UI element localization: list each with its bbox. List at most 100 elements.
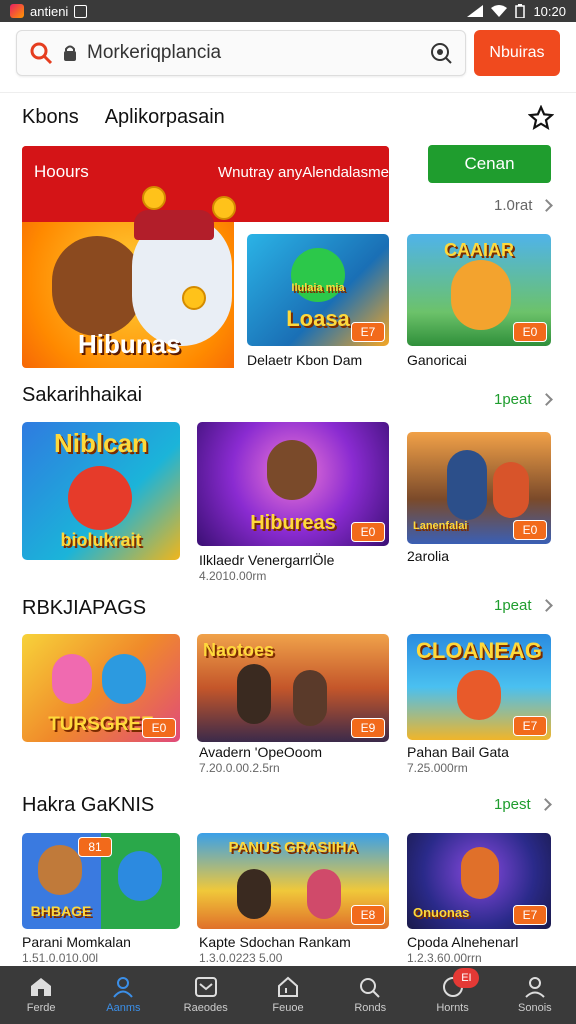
cta-button[interactable]: Cenan (428, 145, 551, 183)
card-caption: 2arolia (407, 548, 450, 564)
search-icon (360, 978, 380, 998)
section-title: RBKJIAPAGS (22, 597, 147, 619)
home-outline-icon (277, 976, 298, 997)
card-caption: Pahan Bail Gata (407, 744, 509, 760)
nav-label: Ronds (354, 1002, 387, 1014)
card-caption: Delaetr Kbon Dam (247, 352, 363, 368)
search-input[interactable]: Morkeriqplancia (87, 42, 419, 64)
character-art (293, 670, 327, 726)
section3-card-3[interactable]: Onuonas E7 (407, 833, 551, 929)
price-badge: E7 (351, 322, 385, 342)
section2-card-1[interactable]: TURSGREE E0 (22, 634, 180, 742)
chevron-right-icon (539, 599, 553, 612)
section-more-link[interactable]: 1peat (494, 391, 553, 408)
hero-title: Hibunas (78, 329, 181, 359)
search-field[interactable]: Morkeriqplancia (16, 30, 466, 76)
tabs-row: Kbons Aplikorpasain (0, 92, 576, 142)
section1-card-2[interactable]: Hibureas E0 (197, 422, 389, 546)
star-icon[interactable] (528, 104, 554, 131)
featured-card-2[interactable]: CAAIAR E0 (407, 234, 551, 346)
status-time: 10:20 (533, 3, 566, 19)
nav-label: Raeodes (183, 1002, 228, 1014)
price-badge: E0 (513, 322, 547, 342)
nav-label: Feuoe (272, 1002, 304, 1014)
notification-icon (74, 4, 88, 18)
card-caption: Kapte Sdochan Rankam (199, 934, 351, 950)
featured-more-label: 1.0rat (494, 197, 533, 214)
character-art (307, 869, 341, 919)
search-button[interactable]: Nbuiras (474, 30, 560, 76)
section1-card-1[interactable]: Niblcan biolukrait (22, 422, 180, 560)
card-subcaption: 1.2.3.60.00rrn (407, 951, 482, 965)
price-badge: E9 (351, 718, 385, 738)
price-badge: 81 (78, 837, 112, 857)
card-subcaption: 1.3.0.0223 5.00 (199, 951, 283, 965)
card-caption: Ganoricai (407, 352, 467, 368)
card-art-title: Naotoes (203, 640, 275, 660)
coin-icon (142, 186, 166, 210)
camera-search-icon[interactable] (429, 41, 453, 65)
card-art-title: BHBAGE (30, 903, 92, 919)
chevron-right-icon (538, 798, 552, 811)
nav-item-home[interactable]: Ferde (0, 966, 82, 1024)
hero-hat (134, 210, 214, 240)
section2-card-3[interactable]: CLOANEAG E7 (407, 634, 551, 740)
card-art-title: CLOANEAG (416, 638, 542, 663)
section3-card-2[interactable]: PANUS GRASIIHA E8 (197, 833, 389, 929)
chevron-right-icon (539, 393, 553, 406)
price-badge: E0 (351, 522, 385, 542)
bottom-nav: Ferde Aanms Raeodes Feuoe Ronds Hornts E… (0, 966, 576, 1024)
section-title: Hakra GaKNIS (22, 794, 155, 816)
nav-label: Hornts (436, 1002, 469, 1014)
character-art (102, 654, 146, 704)
card-art-title: CAAIAR (444, 240, 514, 260)
section2-card-2[interactable]: Naotoes E9 (197, 634, 389, 742)
profile-icon (525, 977, 545, 998)
hero-tagline: Wnutray anyAlendalasmes (218, 164, 389, 181)
card-subcaption: 1.51.0.010.00l (22, 951, 99, 965)
battery-icon (515, 4, 526, 18)
home-icon (31, 978, 52, 996)
featured-card-1[interactable]: Ilulaia mia Loasa E7 (247, 234, 389, 346)
search-icon (30, 42, 53, 65)
nav-item-profile[interactable]: Sonois (494, 966, 576, 1024)
card-art-title: Niblcan (54, 428, 148, 458)
section-more-link[interactable]: 1peat (494, 597, 553, 614)
coin-icon (182, 286, 206, 310)
person-icon (113, 977, 134, 998)
section-more-label: 1peat (494, 597, 532, 614)
character-art (461, 847, 499, 899)
nav-label: Ferde (26, 1002, 56, 1014)
card-subcaption: 4.2010.00rm (199, 569, 267, 583)
nav-item-feed[interactable]: Feuoe (247, 966, 329, 1024)
section-more-link[interactable]: 1pest (494, 796, 552, 813)
character-art (52, 654, 92, 704)
card-art-subtitle: Ilulaia mia (291, 282, 345, 294)
character-art (237, 869, 271, 919)
section1-card-3[interactable]: Lanenfalai E0 (407, 432, 551, 544)
nav-item-inbox[interactable]: Raeodes (165, 966, 247, 1024)
notification-badge: EI (453, 968, 480, 988)
card-subcaption: 7.25.000rm (407, 761, 468, 775)
card-caption: Ilklaedr VenergarrlÖle (199, 552, 335, 568)
section-title: Sakarihhaikai (22, 384, 143, 406)
nav-item-person[interactable]: Aanms (82, 966, 164, 1024)
character-art (267, 440, 317, 500)
status-bar: antieni 10:20 (0, 0, 576, 22)
featured-more-link[interactable]: 1.0rat (494, 197, 554, 214)
hero-character-left (52, 236, 142, 336)
price-badge: E7 (513, 716, 547, 736)
section-more-label: 1peat (494, 391, 532, 408)
nav-item-search[interactable]: Ronds (329, 966, 411, 1024)
tab-aplikorpasain[interactable]: Aplikorpasain (105, 106, 225, 129)
price-badge: E0 (513, 520, 547, 540)
nav-label: Aanms (106, 1002, 141, 1014)
section-more-label: 1pest (494, 796, 531, 813)
tab-kbons[interactable]: Kbons (22, 106, 79, 129)
character-art (68, 466, 132, 530)
card-caption: Avadern 'OpeOoom (199, 744, 323, 760)
card-subcaption: 7.20.0.00.2.5rn (199, 761, 280, 775)
nav-label: Sonois (518, 1002, 552, 1014)
section3-card-1[interactable]: BHBAGE 81 (22, 833, 180, 929)
nav-item-chat[interactable]: Hornts EI (411, 966, 493, 1024)
